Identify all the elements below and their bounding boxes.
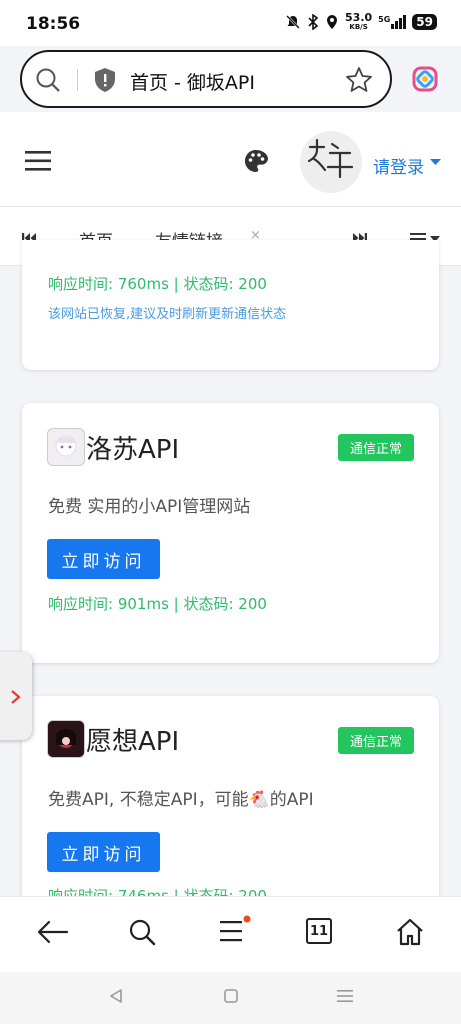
visit-button[interactable]: 立即访问 — [47, 832, 160, 872]
palette-icon[interactable] — [243, 148, 269, 174]
location-icon — [327, 14, 338, 29]
address-bar[interactable]: 首页 - 御坂API — [20, 50, 392, 108]
api-card: 洛苏API 通信正常 免费 实用的小API管理网站 立即访问 响应时间: 901… — [22, 403, 439, 663]
star-icon[interactable] — [344, 65, 374, 95]
status-time: 18:56 — [26, 14, 81, 34]
dark-avatar-icon — [48, 721, 84, 757]
battery-indicator: 59 — [412, 13, 437, 30]
response-status-text: 响应时间: 760ms | 状态码: 200 — [48, 275, 267, 293]
status-icons: 53.0 KB/S 5G 59 — [285, 12, 437, 31]
signal-icon: 5G — [378, 14, 407, 29]
bluetooth-icon — [308, 13, 319, 30]
search-icon[interactable] — [128, 918, 156, 946]
system-home-icon[interactable] — [223, 988, 239, 1004]
hamburger-menu-icon[interactable] — [25, 150, 53, 172]
caret-down-icon[interactable] — [430, 158, 441, 166]
shield-icon[interactable] — [92, 66, 118, 94]
api-description: 免费API, 不稳定API，可能🐔的API — [48, 790, 314, 810]
browser-extension-icon[interactable] — [410, 64, 440, 94]
user-avatar[interactable] — [300, 131, 362, 193]
home-icon[interactable] — [395, 917, 425, 947]
tabs-count-button[interactable]: 11 — [306, 918, 332, 944]
page-title[interactable]: 首页 - 御坂API — [130, 68, 255, 95]
status-bar: 18:56 53.0 KB/S 5G 59 — [0, 0, 461, 46]
login-link[interactable]: 请登录 — [373, 153, 424, 178]
site-header: 请登录 — [0, 112, 461, 206]
response-status-text: 响应时间: 901ms | 状态码: 200 — [48, 595, 267, 613]
api-description: 免费 实用的小API管理网站 — [48, 497, 251, 517]
system-recents-icon[interactable] — [336, 988, 354, 1004]
system-back-icon[interactable] — [108, 988, 124, 1004]
net-speed: 53.0 KB/S — [345, 11, 373, 31]
visit-button[interactable]: 立即访问 — [47, 539, 160, 579]
menu-icon[interactable] — [218, 915, 252, 947]
browser-bottom-nav: 11 — [0, 896, 461, 973]
api-title: 洛苏API — [86, 435, 180, 465]
system-nav-bar — [0, 972, 461, 1024]
site-logo — [47, 720, 85, 758]
mute-bell-icon — [286, 14, 300, 29]
side-drawer-handle[interactable] — [0, 652, 32, 740]
chevron-right-icon[interactable] — [10, 689, 22, 705]
address-divider — [77, 69, 78, 91]
api-title: 愿想API — [86, 727, 180, 757]
status-badge: 通信正常 — [338, 727, 415, 754]
status-badge: 通信正常 — [338, 434, 415, 461]
avatar-calligraphy-icon — [307, 138, 354, 179]
anime-avatar-icon — [55, 435, 77, 457]
recovery-notice: 该网站已恢复,建议及时刷新更新通信状态 — [48, 307, 287, 322]
site-logo — [47, 428, 85, 466]
api-card: 响应时间: 760ms | 状态码: 200 该网站已恢复,建议及时刷新更新通信… — [22, 240, 439, 370]
search-icon[interactable] — [34, 66, 62, 94]
back-arrow-icon[interactable] — [37, 919, 69, 945]
